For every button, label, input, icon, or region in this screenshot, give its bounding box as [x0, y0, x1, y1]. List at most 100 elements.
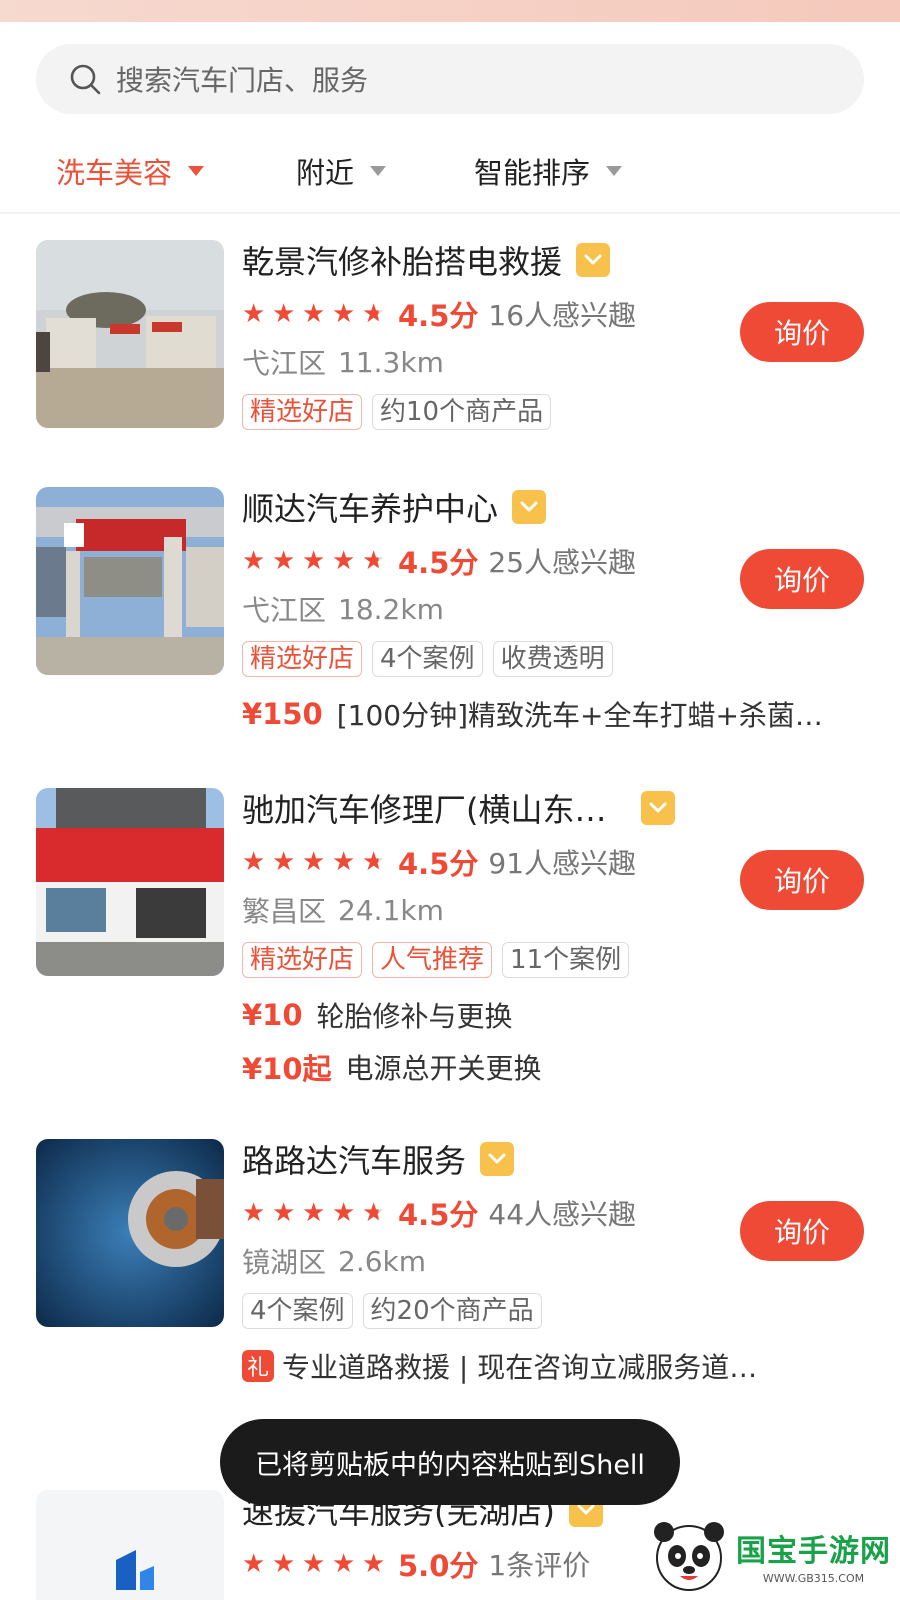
- star-rating: ★ ★ ★ ★ ★: [242, 847, 392, 877]
- star-rating: ★ ★ ★ ★ ★: [242, 1549, 392, 1579]
- inquiry-button[interactable]: 询价: [740, 549, 864, 609]
- inquiry-button[interactable]: 询价: [740, 1201, 864, 1261]
- tag: 11个案例: [502, 942, 630, 978]
- watermark-logo: 国宝手游网 WWW.GB315.COM: [650, 1510, 900, 1600]
- review-count: 1条评价: [488, 1549, 591, 1582]
- filter-bar: 洗车美容 附近 智能排序: [0, 140, 900, 206]
- interest-count: 44人感兴趣: [488, 1198, 637, 1231]
- filter-category-label: 洗车美容: [56, 156, 173, 190]
- half-star-icon: ★: [362, 546, 392, 576]
- rating-score: 4.5分: [398, 847, 479, 881]
- tag: 4个案例: [372, 641, 483, 677]
- distance: 11.3km: [338, 345, 444, 379]
- star-icon: ★: [242, 1198, 266, 1228]
- star-icon: ★: [242, 847, 266, 877]
- shop-photo: [36, 487, 224, 675]
- half-star-icon: ★: [362, 299, 392, 329]
- watermark-text: 国宝手游网 WWW.GB315.COM: [736, 1526, 891, 1585]
- inquiry-button[interactable]: 询价: [740, 302, 864, 362]
- star-icon: ★: [332, 1198, 356, 1228]
- distance: 18.2km: [338, 592, 444, 626]
- inquiry-button[interactable]: 询价: [740, 850, 864, 910]
- search-input[interactable]: 搜索汽车门店、服务: [36, 44, 864, 114]
- deal-item[interactable]: ¥10起 电源总开关更换: [242, 1048, 862, 1086]
- deal-item[interactable]: ¥150 [100分钟]精致洗车+全车打蜡+杀菌…: [242, 695, 862, 733]
- search-placeholder: 搜索汽车门店、服务: [116, 64, 369, 97]
- star-rating: ★ ★ ★ ★ ★: [242, 546, 392, 576]
- interest-count: 25人感兴趣: [488, 546, 637, 579]
- status-bar-gradient: [0, 0, 900, 22]
- star-icon: ★: [332, 546, 356, 576]
- promo-text: 专业道路救援 | 现在咨询立减服务道…: [282, 1351, 758, 1384]
- gift-badge-icon: 礼: [242, 1350, 274, 1382]
- shop-photo: [36, 788, 224, 976]
- star-icon: ★: [242, 1549, 266, 1579]
- deal-description: 电源总开关更换: [345, 1052, 542, 1085]
- filter-nearby[interactable]: 附近: [296, 150, 387, 192]
- star-rating: ★ ★ ★ ★ ★: [242, 299, 392, 329]
- deal-item[interactable]: ¥10 轮胎修补与更换: [242, 996, 862, 1034]
- star-icon: ★: [302, 546, 326, 576]
- promo-item[interactable]: 礼 专业道路救援 | 现在咨询立减服务道…: [242, 1347, 862, 1385]
- shop-name[interactable]: 路路达汽车服务: [242, 1136, 466, 1182]
- shop-photo: [36, 240, 224, 428]
- deal-price: ¥150: [242, 697, 323, 731]
- filter-nearby-label: 附近: [296, 156, 355, 190]
- star-icon: ★: [332, 299, 356, 329]
- star-icon: ★: [272, 847, 296, 877]
- divider: [0, 212, 900, 214]
- watermark-url: WWW.GB315.COM: [762, 1571, 865, 1585]
- district: 弋江区: [242, 594, 327, 627]
- star-icon: ★: [302, 1198, 326, 1228]
- filter-sort[interactable]: 智能排序: [474, 150, 623, 192]
- district: 镜湖区: [242, 1246, 327, 1279]
- district: 弋江区: [242, 347, 327, 380]
- dropdown-arrow-icon: [188, 166, 205, 176]
- tag: 4个案例: [242, 1293, 353, 1329]
- deal-description: 轮胎修补与更换: [316, 1000, 513, 1033]
- star-icon: ★: [272, 299, 296, 329]
- filter-category[interactable]: 洗车美容: [56, 150, 205, 192]
- star-icon: ★: [272, 546, 296, 576]
- star-icon: ★: [272, 1198, 296, 1228]
- deal-price: ¥10起: [242, 1052, 332, 1086]
- rating-score: 5.0分: [398, 1549, 479, 1583]
- shop-photo: [36, 1139, 224, 1327]
- star-icon: ★: [302, 1549, 326, 1579]
- rating-score: 4.5分: [398, 1198, 479, 1232]
- tag: 约20个商产品: [362, 1293, 542, 1329]
- interest-count: 91人感兴趣: [488, 847, 637, 880]
- tag: 人气推荐: [372, 942, 493, 978]
- search-icon: [70, 64, 101, 95]
- verified-badge-icon: [512, 490, 547, 524]
- deal-description: [100分钟]精致洗车+全车打蜡+杀菌…: [336, 699, 823, 732]
- star-icon: ★: [332, 1549, 356, 1579]
- star-icon: ★: [332, 847, 356, 877]
- star-icon: ★: [302, 299, 326, 329]
- shop-name[interactable]: 乾景汽修补胎搭电救援: [242, 237, 562, 283]
- star-icon: ★: [242, 546, 266, 576]
- panda-logo-icon: [650, 1516, 728, 1594]
- shop-name[interactable]: 顺达汽车养护中心: [242, 484, 498, 530]
- rating-score: 4.5分: [398, 299, 479, 333]
- distance: 24.1km: [338, 893, 444, 927]
- half-star-icon: ★: [362, 847, 392, 877]
- verified-badge-icon: [480, 1142, 515, 1176]
- star-icon: ★: [362, 1549, 386, 1579]
- deal-price: ¥10: [242, 998, 303, 1032]
- tag: 精选好店: [242, 394, 363, 430]
- watermark-name: 国宝手游网: [736, 1533, 891, 1569]
- star-rating: ★ ★ ★ ★ ★: [242, 1198, 392, 1228]
- verified-badge-icon: [640, 791, 675, 825]
- interest-count: 16人感兴趣: [488, 299, 637, 332]
- filter-sort-label: 智能排序: [474, 156, 591, 190]
- dropdown-arrow-icon: [606, 166, 623, 176]
- star-icon: ★: [242, 299, 266, 329]
- shop-name[interactable]: 驰加汽车修理厂(横山东…: [242, 785, 607, 831]
- tag: 约10个商产品: [372, 394, 552, 430]
- star-icon: ★: [272, 1549, 296, 1579]
- tag: 收费透明: [492, 641, 613, 677]
- half-star-icon: ★: [362, 1198, 392, 1228]
- tag: 精选好店: [242, 641, 363, 677]
- verified-badge-icon: [576, 243, 611, 277]
